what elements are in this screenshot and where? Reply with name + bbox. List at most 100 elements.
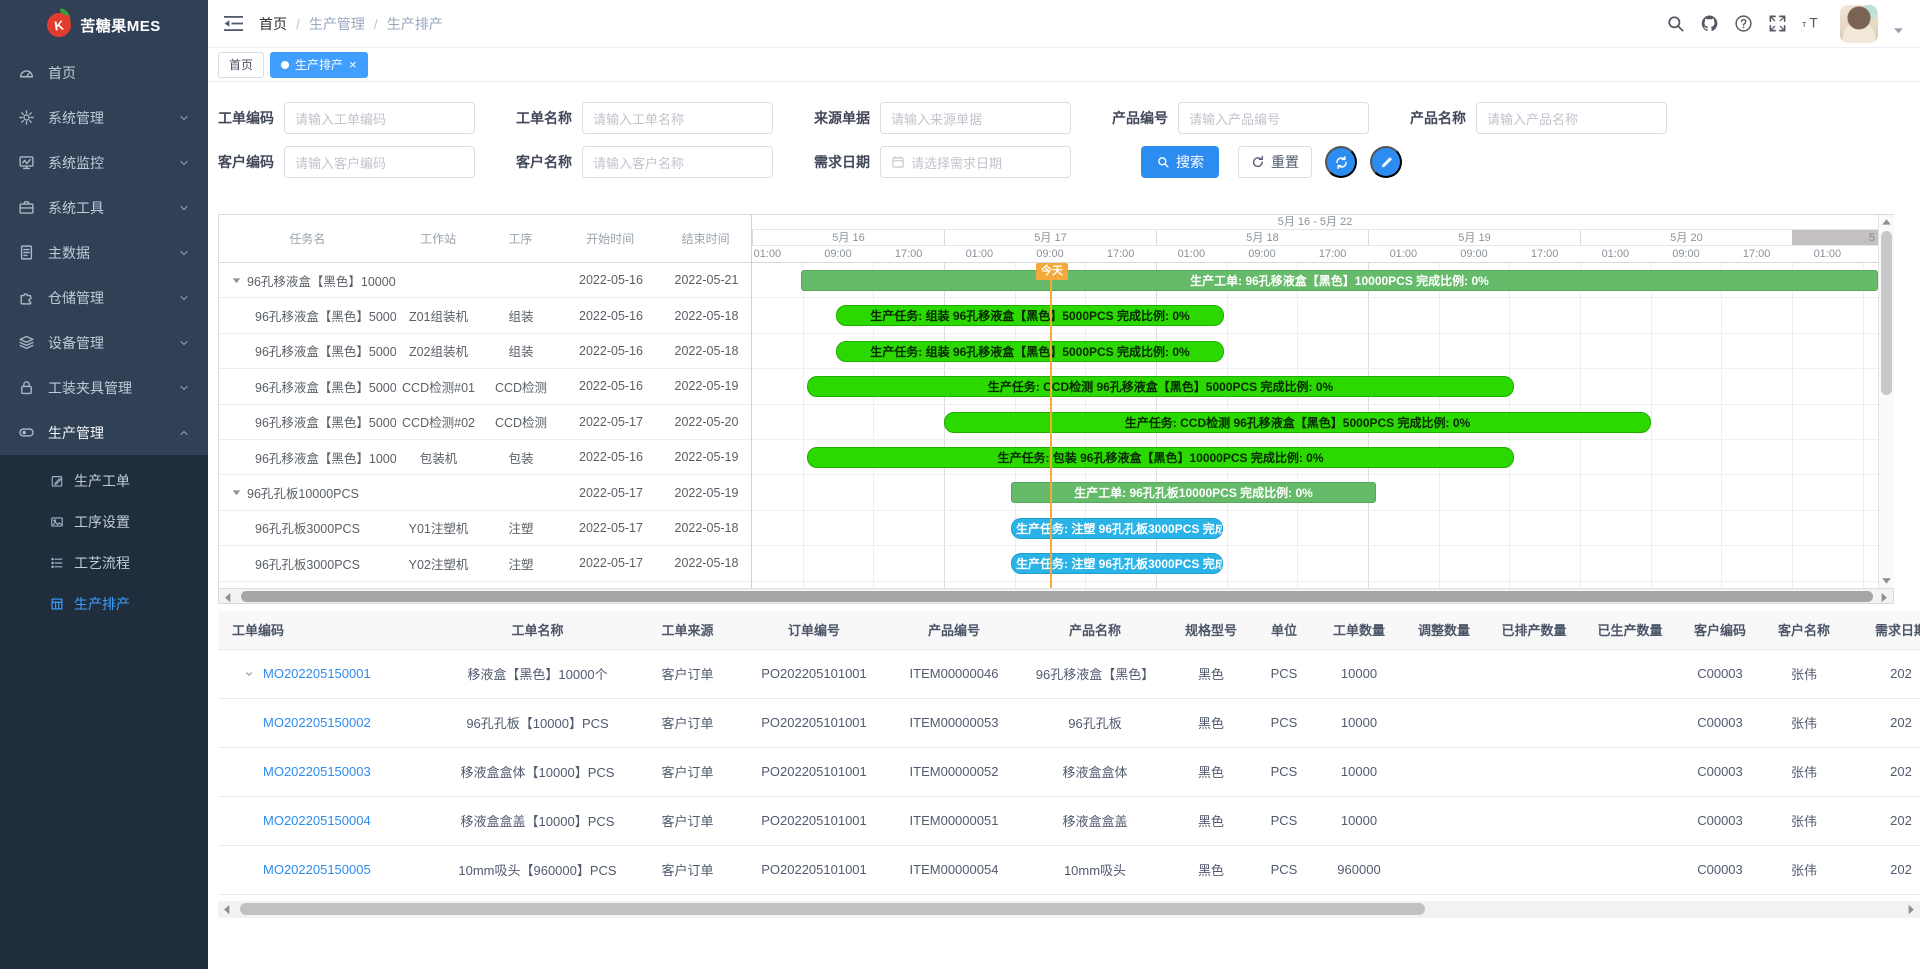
gantt-task-row[interactable]: 96孔移液盒【黑色】10000PCS2022-05-162022-05-21 [219,263,751,298]
gantt-vertical-scrollbar[interactable] [1878,215,1894,588]
gantt-end-time: 2022-05-18 [661,521,751,535]
gantt-task-row[interactable]: 96孔孔板3000PCSY01注塑机注塑2022-05-172022-05-18 [219,511,751,546]
table-row[interactable]: MO20220515000296孔孔板【10000】PCS客户订单PO20220… [218,698,1920,747]
breadcrumb-item[interactable]: 首页 [259,14,287,34]
fullscreen-icon[interactable] [1768,14,1787,33]
filter-input[interactable]: 请输入工单名称 [582,102,773,134]
gantt-task-row[interactable]: 96孔移液盒【黑色】5000PCSZ01组装机组装2022-05-162022-… [219,298,751,333]
gantt-process: 注塑 [481,518,561,537]
table-cell-customer-name: 张伟 [1762,845,1846,894]
table-cell-name: 96孔孔板【10000】PCS [440,698,635,747]
table-cell-unit: PCS [1252,845,1316,894]
table-row[interactable]: MO202205150001移液盒【黑色】10000个客户订单PO2022051… [218,649,1920,698]
work-order-link[interactable]: MO202205150002 [263,715,371,730]
sidebar-item-home[interactable]: 首页 [0,50,208,95]
sidebar-item-fixture[interactable]: 工装夹具管理 [0,365,208,410]
gantt-task-name: 96孔孔板10000PCS [219,483,396,502]
gantt-start-time: 2022-05-16 [561,273,661,287]
close-tab-icon[interactable]: × [349,58,357,71]
sidebar-item-warehouse[interactable]: 仓储管理 [0,275,208,320]
demand-date-input[interactable]: 请选择需求日期 [880,146,1071,178]
table-cell-product-no: ITEM00000054 [888,845,1020,894]
gantt-task-row[interactable]: 96孔移液盒【黑色】5000PCSCCD检测#01CCD检测2022-05-16… [219,369,751,404]
sidebar-item-system[interactable]: 系统管理 [0,95,208,140]
sidebar-item-tools[interactable]: 系统工具 [0,185,208,230]
avatar[interactable] [1840,5,1878,43]
fontsize-icon[interactable]: тT [1802,14,1821,33]
filter-input[interactable]: 请输入客户名称 [582,146,773,178]
app-logo[interactable]: K 苦糖果MES [0,0,208,50]
gantt-task-row[interactable]: 96孔移液盒【黑色】5000PCSCCD检测#02CCD检测2022-05-17… [219,405,751,440]
chevron-up-icon [178,427,190,439]
search-icon[interactable] [1666,14,1685,33]
gantt-bar-task[interactable]: 生产任务: 组装 96孔移液盒【黑色】5000PCS 完成比例: 0% [836,305,1224,326]
sidebar-item-master-data[interactable]: 主数据 [0,230,208,275]
github-icon[interactable] [1700,14,1719,33]
gantt-bar-workorder[interactable]: 生产工单: 96孔孔板10000PCS 完成比例: 0% [1011,482,1376,503]
work-order-link[interactable]: MO202205150001 [263,666,371,681]
scroll-right-icon[interactable] [1904,902,1918,915]
refresh-gantt-button[interactable] [1325,146,1357,178]
expand-row-icon[interactable] [244,669,254,679]
gantt-task-row[interactable]: 96孔移液盒【黑色】5000PCSZ02组装机组装2022-05-162022-… [219,334,751,369]
work-order-link[interactable]: MO202205150005 [263,862,371,877]
filter-input[interactable]: 请输入产品编号 [1178,102,1369,134]
scroll-left-icon[interactable] [221,590,235,603]
edit-schedule-button[interactable] [1370,146,1402,178]
table-row[interactable]: MO20220515000510mm吸头【960000】PCS客户订单PO202… [218,845,1920,894]
work-order-link[interactable]: MO202205150004 [263,813,371,828]
table-cell-adjust-qty [1402,747,1486,796]
table-cell-customer-name: 张伟 [1762,649,1846,698]
gantt-horizontal-scrollbar[interactable] [219,588,1893,604]
gantt-bar-task[interactable]: 生产任务: 包装 96孔移液盒【黑色】10000PCS 完成比例: 0% [807,447,1514,468]
avatar-caret-down-icon[interactable] [1893,25,1904,36]
gantt-end-time: 2022-05-18 [661,309,751,323]
filter-input[interactable]: 请输入工单编码 [284,102,475,134]
reset-button[interactable]: 重置 [1238,146,1312,178]
filter-input[interactable]: 请输入来源单据 [880,102,1071,134]
gantt-task-name: 96孔移液盒【黑色】5000PCS [219,377,396,396]
gantt-hscroll-thumb[interactable] [241,591,1873,602]
table-hscroll-thumb[interactable] [240,903,1425,915]
table-horizontal-scrollbar[interactable] [218,901,1920,918]
gantt-task-table: 任务名工作站工序开始时间结束时间 96孔移液盒【黑色】10000PCS2022-… [219,215,752,588]
sidebar-item-process-flow[interactable]: 工艺流程 [0,542,208,583]
table-column-header: 客户编码 [1678,611,1762,649]
sidebar-item-scheduling[interactable]: 生产排产 [0,583,208,624]
table-cell-produced-qty [1582,649,1678,698]
scroll-down-icon[interactable] [1879,574,1894,587]
reset-icon [1251,155,1265,169]
gantt-bar-task[interactable]: 生产任务: 组装 96孔移液盒【黑色】5000PCS 完成比例: 0% [836,341,1224,362]
sidebar-item-production[interactable]: 生产管理 [0,410,208,455]
sidebar-item-process-setting[interactable]: 工序设置 [0,501,208,542]
scroll-left-icon[interactable] [220,902,234,915]
work-order-link[interactable]: MO202205150003 [263,764,371,779]
sidebar-item-equipment[interactable]: 设备管理 [0,320,208,365]
gantt-task-row[interactable]: 96孔孔板3000PCSY02注塑机注塑2022-05-172022-05-18 [219,546,751,581]
gantt-bar-workorder[interactable]: 生产工单: 96孔移液盒【黑色】10000PCS 完成比例: 0% [801,270,1878,291]
gantt-vscroll-thumb[interactable] [1881,231,1892,395]
table-cell-produced-qty [1582,747,1678,796]
tab-page[interactable]: 首页 [218,52,264,78]
table-row[interactable]: MO202205150003移液盒盒体【10000】PCS客户订单PO20220… [218,747,1920,796]
gantt-process: 组装 [481,341,561,360]
table-column-header: 工单来源 [635,611,740,649]
sidebar-item-work-order[interactable]: 生产工单 [0,460,208,501]
tab-active[interactable]: 生产排产× [270,52,368,78]
gantt-bar-machine[interactable]: 生产任务: 注塑 96孔孔板3000PCS 完成比例: 0% [1011,553,1223,574]
scroll-up-icon[interactable] [1879,216,1894,229]
filter-input[interactable]: 请输入产品名称 [1476,102,1667,134]
gantt-task-row[interactable]: 96孔孔板10000PCS2022-05-172022-05-19 [219,475,751,510]
app-title: 苦糖果MES [80,15,161,36]
table-row[interactable]: MO202205150004移液盒盒盖【10000】PCS客户订单PO20220… [218,796,1920,845]
gantt-day-header: 5月 16 [752,230,944,246]
help-icon[interactable] [1734,14,1753,33]
sidebar-item-monitor[interactable]: 系统监控 [0,140,208,185]
gantt-bar-task[interactable]: 生产任务: CCD检测 96孔移液盒【黑色】5000PCS 完成比例: 0% [807,376,1514,397]
gantt-bar-machine[interactable]: 生产任务: 注塑 96孔孔板3000PCS 完成比例: 0% [1011,518,1223,539]
scroll-right-icon[interactable] [1877,590,1891,603]
filter-input[interactable]: 请输入客户编码 [284,146,475,178]
sidebar-fold-icon[interactable] [224,15,243,32]
search-button[interactable]: 搜索 [1141,146,1219,178]
gantt-task-row[interactable]: 96孔移液盒【黑色】10000PCS包装机包装2022-05-162022-05… [219,440,751,475]
